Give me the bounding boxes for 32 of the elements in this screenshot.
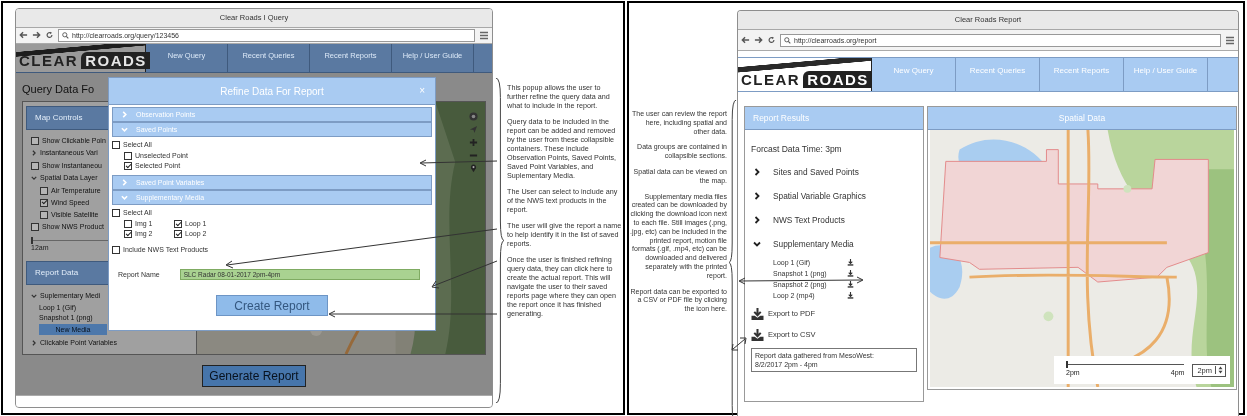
- compass-icon[interactable]: [469, 112, 478, 121]
- panel-header: Report Results: [745, 107, 923, 130]
- up-down-icon: [1215, 366, 1223, 374]
- menu-icon[interactable]: [479, 30, 489, 40]
- logo[interactable]: CLEAR ROADS: [738, 58, 872, 91]
- download-icon[interactable]: [847, 292, 854, 299]
- reload-icon[interactable]: [45, 31, 54, 40]
- download-icon: [751, 328, 764, 341]
- section-toggle[interactable]: NWS Text Products: [751, 208, 845, 232]
- search-icon: [62, 31, 69, 39]
- create-report-button[interactable]: Create Report: [216, 295, 328, 316]
- map-pin-icon[interactable]: [469, 164, 478, 173]
- generate-report-button[interactable]: Generate Report: [202, 365, 306, 387]
- back-icon[interactable]: [741, 36, 750, 44]
- forward-icon[interactable]: [32, 31, 41, 40]
- back-icon[interactable]: [19, 31, 28, 40]
- download-icon: [751, 307, 764, 320]
- dialog-title: Refine Data For Report: [220, 85, 324, 97]
- callout-arrow: [731, 337, 747, 351]
- forward-icon[interactable]: [754, 36, 763, 44]
- section-toggle[interactable]: Supplementary Media: [751, 232, 854, 256]
- section-toggle[interactable]: Sites and Saved Points: [751, 160, 859, 184]
- download-icon[interactable]: [847, 281, 854, 288]
- panel-header: Spatial Data: [928, 107, 1236, 130]
- section-toggle[interactable]: Spatial Variable Graphics: [751, 184, 866, 208]
- reload-icon[interactable]: [767, 36, 776, 44]
- forecast-time: Forcast Data Time: 3pm: [751, 144, 842, 154]
- download-icon[interactable]: [847, 259, 854, 266]
- page-heading: Query Data Fo: [22, 82, 95, 97]
- menu-icon[interactable]: [1225, 35, 1235, 45]
- download-icon[interactable]: [847, 270, 854, 277]
- search-icon: [784, 36, 791, 44]
